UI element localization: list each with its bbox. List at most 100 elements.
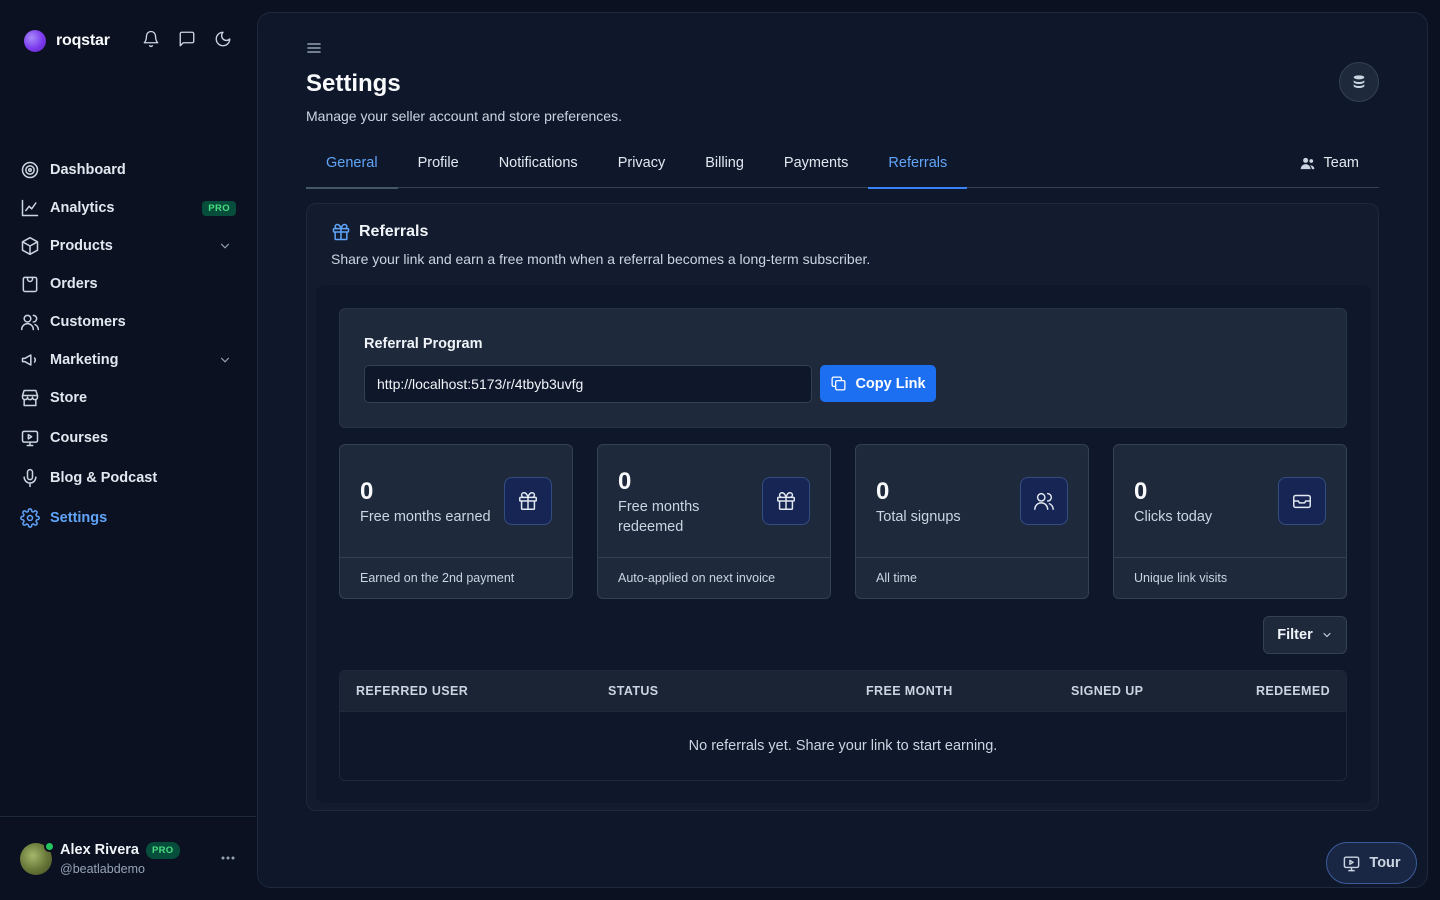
sidebar-item-marketing[interactable]: Marketing bbox=[20, 341, 236, 379]
stat-footnote: Unique link visits bbox=[1134, 571, 1228, 585]
stat-value: 0 bbox=[1134, 478, 1148, 505]
tab-profile[interactable]: Profile bbox=[398, 147, 479, 188]
message-icon[interactable] bbox=[178, 30, 196, 48]
stat-card-body: 0 Free months earned bbox=[340, 445, 572, 558]
online-status-dot bbox=[44, 840, 55, 852]
stat-card-clicks-today: 0 Clicks today Unique link visits bbox=[1113, 444, 1347, 599]
sidebar-item-label: Orders bbox=[50, 276, 98, 292]
sidebar-item-label: Products bbox=[50, 238, 113, 254]
table-empty-state: No referrals yet. Share your link to sta… bbox=[688, 738, 998, 754]
stats-grid: 0 Free months earned Earned on the 2nd p… bbox=[339, 444, 1347, 599]
stat-card-total-signups: 0 Total signups All time bbox=[855, 444, 1089, 599]
tab-team-label: Team bbox=[1323, 155, 1359, 171]
referrals-header: Referrals bbox=[331, 222, 428, 242]
sidebar-item-settings[interactable]: Settings bbox=[20, 499, 236, 537]
stat-label: Free months earned bbox=[360, 509, 491, 525]
sidebar-item-dashboard[interactable]: Dashboard bbox=[20, 151, 236, 189]
column-header-signed-up[interactable]: SIGNED UP bbox=[1071, 684, 1143, 698]
tab-referrals[interactable]: Referrals bbox=[868, 147, 968, 189]
settings-tabs: General Profile Notifications Privacy Bi… bbox=[306, 147, 1379, 189]
brand[interactable]: roqstar bbox=[24, 28, 110, 54]
copy-icon bbox=[830, 375, 847, 392]
menu-icon[interactable] bbox=[306, 41, 322, 55]
table-header: REFERRED USER STATUS FREE MONTH SIGNED U… bbox=[340, 671, 1346, 712]
dashboard-icon bbox=[20, 160, 40, 180]
stat-icon-box bbox=[1278, 477, 1326, 525]
sidebar-item-label: Blog & Podcast bbox=[50, 470, 158, 486]
tab-team[interactable]: Team bbox=[1300, 147, 1379, 171]
brand-name: roqstar bbox=[56, 32, 110, 49]
stat-card-free-months-earned: 0 Free months earned Earned on the 2nd p… bbox=[339, 444, 573, 599]
users-icon bbox=[1033, 490, 1055, 512]
column-header-redeemed[interactable]: REDEEMED bbox=[1256, 684, 1330, 698]
referrals-title: Referrals bbox=[359, 223, 429, 240]
referrals-card: Referrals Share your link and earn a fre… bbox=[306, 203, 1379, 811]
chevron-down-icon[interactable] bbox=[218, 353, 232, 367]
copy-link-label: Copy Link bbox=[855, 375, 926, 392]
copy-link-button[interactable]: Copy Link bbox=[820, 365, 936, 402]
user-profile[interactable]: Alex Rivera PRO @beatlabdemo bbox=[0, 816, 256, 900]
gift-icon bbox=[331, 222, 351, 242]
sidebar-item-orders[interactable]: Orders bbox=[20, 265, 236, 303]
column-header-status[interactable]: STATUS bbox=[608, 684, 659, 698]
box-icon bbox=[20, 236, 40, 256]
column-header-free-month[interactable]: FREE MONTH bbox=[866, 684, 953, 698]
orders-icon bbox=[20, 274, 40, 294]
presentation-icon bbox=[1342, 854, 1361, 873]
sidebar-item-customers[interactable]: Customers bbox=[20, 303, 236, 341]
stat-label: Free months redeemed bbox=[618, 499, 700, 535]
tab-general[interactable]: General bbox=[306, 147, 398, 189]
referral-link-input[interactable] bbox=[364, 365, 812, 403]
tab-payments[interactable]: Payments bbox=[764, 147, 868, 188]
tab-notifications[interactable]: Notifications bbox=[479, 147, 598, 188]
stat-card-free-months-redeemed: 0 Free months redeemed Auto-applied on n… bbox=[597, 444, 831, 599]
stat-card-body: 0 Clicks today bbox=[1114, 445, 1346, 558]
main-panel: Settings Manage your seller account and … bbox=[257, 12, 1428, 888]
stat-card-body: 0 Total signups bbox=[856, 445, 1088, 558]
filter-button[interactable]: Filter bbox=[1263, 616, 1347, 654]
stat-icon-box bbox=[504, 477, 552, 525]
user-pro-badge: PRO bbox=[146, 841, 180, 859]
stat-card-body: 0 Free months redeemed bbox=[598, 445, 830, 558]
stat-value: 0 bbox=[618, 468, 632, 495]
tab-privacy[interactable]: Privacy bbox=[598, 147, 686, 188]
more-horizontal-icon[interactable] bbox=[220, 855, 236, 861]
referral-program-title: Referral Program bbox=[364, 336, 483, 352]
sidebar-item-blog-podcast[interactable]: Blog & Podcast bbox=[20, 459, 236, 497]
sidebar-item-label: Settings bbox=[50, 510, 108, 526]
tab-billing[interactable]: Billing bbox=[685, 147, 764, 188]
megaphone-icon bbox=[20, 350, 40, 370]
stat-label: Total signups bbox=[876, 509, 961, 525]
sidebar-item-label: Customers bbox=[50, 314, 126, 330]
user-info: Alex Rivera PRO @beatlabdemo bbox=[60, 841, 180, 876]
store-icon bbox=[20, 388, 40, 408]
sidebar-item-label: Dashboard bbox=[50, 162, 126, 178]
filter-label: Filter bbox=[1277, 627, 1313, 643]
stat-label: Clicks today bbox=[1134, 509, 1213, 525]
sidebar-item-products[interactable]: Products bbox=[20, 227, 236, 265]
referrals-content: Referral Program Copy Link 0 Free months… bbox=[316, 285, 1371, 803]
sidebar-item-courses[interactable]: Courses bbox=[20, 419, 236, 457]
user-name: Alex Rivera bbox=[60, 842, 139, 858]
avatar[interactable] bbox=[20, 840, 55, 875]
column-header-referred-user[interactable]: REFERRED USER bbox=[356, 684, 468, 698]
moon-icon[interactable] bbox=[214, 30, 232, 48]
brand-logo bbox=[24, 30, 46, 52]
stat-value: 0 bbox=[876, 478, 890, 505]
database-button[interactable] bbox=[1339, 62, 1379, 102]
database-icon bbox=[1351, 74, 1367, 90]
user-handle: @beatlabdemo bbox=[60, 861, 145, 876]
bell-icon[interactable] bbox=[142, 30, 160, 48]
pro-badge: PRO bbox=[202, 200, 236, 216]
top-icons bbox=[142, 30, 232, 48]
page-title: Settings bbox=[306, 70, 401, 97]
chevron-down-icon[interactable] bbox=[218, 239, 232, 253]
sidebar-item-store[interactable]: Store bbox=[20, 379, 236, 417]
mic-icon bbox=[20, 468, 40, 488]
sidebar-item-label: Courses bbox=[50, 430, 109, 446]
analytics-icon bbox=[20, 198, 40, 218]
stat-icon-box bbox=[1020, 477, 1068, 525]
tour-button[interactable]: Tour bbox=[1326, 842, 1417, 884]
sidebar-item-analytics[interactable]: Analytics PRO bbox=[20, 189, 236, 227]
stat-footnote: Earned on the 2nd payment bbox=[360, 571, 515, 585]
